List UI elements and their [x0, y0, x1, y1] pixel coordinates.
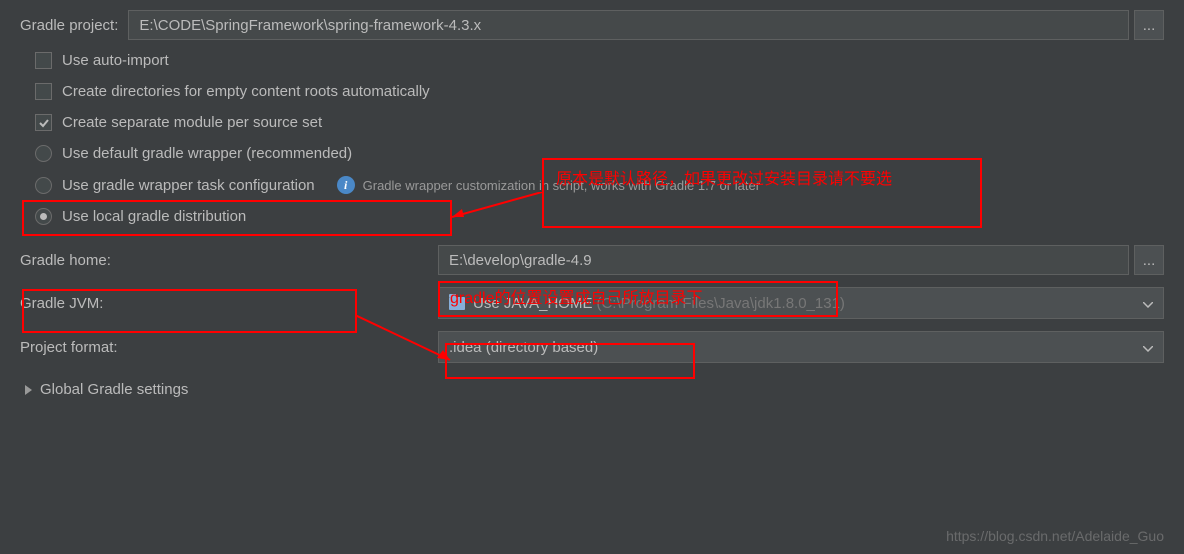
local-dist-row[interactable]: Use local gradle distribution — [35, 208, 1164, 225]
gradle-project-label: Gradle project: — [20, 17, 118, 34]
global-gradle-settings[interactable]: Global Gradle settings — [25, 381, 1164, 398]
default-wrapper-label: Use default gradle wrapper (recommended) — [62, 145, 352, 162]
local-dist-radio[interactable] — [35, 208, 52, 225]
info-icon: i — [337, 176, 355, 194]
local-dist-label: Use local gradle distribution — [62, 208, 246, 225]
gradle-jvm-hint: (C:\Program Files\Java\jdk1.8.0_131) — [596, 295, 844, 312]
gradle-project-input[interactable] — [128, 10, 1129, 40]
project-format-dropdown[interactable]: .idea (directory based) — [438, 331, 1164, 363]
browse-project-button[interactable]: ... — [1134, 10, 1164, 40]
gradle-jvm-label: Gradle JVM: — [20, 295, 438, 312]
wrapper-task-label: Use gradle wrapper task configuration — [62, 177, 315, 194]
separate-module-checkbox[interactable] — [35, 114, 52, 131]
project-format-row: Project format: .idea (directory based) — [20, 331, 1164, 363]
wrapper-task-radio[interactable] — [35, 177, 52, 194]
default-wrapper-row[interactable]: Use default gradle wrapper (recommended) — [35, 145, 1164, 162]
chevron-down-icon — [1143, 339, 1153, 356]
chevron-down-icon — [1143, 295, 1153, 312]
watermark: https://blog.csdn.net/Adelaide_Guo — [946, 528, 1164, 544]
gradle-jvm-value: Use JAVA_HOME — [473, 295, 592, 312]
create-dirs-checkbox[interactable] — [35, 83, 52, 100]
folder-icon — [449, 297, 465, 310]
expand-triangle-icon — [25, 385, 32, 395]
browse-gradle-home-button[interactable]: ... — [1134, 245, 1164, 275]
project-format-value: .idea (directory based) — [449, 339, 598, 356]
auto-import-checkbox[interactable] — [35, 52, 52, 69]
auto-import-label: Use auto-import — [62, 52, 169, 69]
gradle-home-input[interactable] — [438, 245, 1129, 275]
separate-module-row[interactable]: Create separate module per source set — [35, 114, 1164, 131]
gradle-home-label: Gradle home: — [20, 252, 438, 269]
info-text: Gradle wrapper customization in script, … — [363, 178, 760, 193]
wrapper-task-row[interactable]: Use gradle wrapper task configuration i … — [35, 176, 1164, 194]
gradle-jvm-dropdown[interactable]: Use JAVA_HOME (C:\Program Files\Java\jdk… — [438, 287, 1164, 319]
global-gradle-settings-label: Global Gradle settings — [40, 381, 188, 398]
project-format-label: Project format: — [20, 339, 438, 356]
gradle-home-row: Gradle home: ... — [20, 245, 1164, 275]
gradle-project-row: Gradle project: ... — [20, 10, 1164, 40]
gradle-jvm-row: Gradle JVM: Use JAVA_HOME (C:\Program Fi… — [20, 287, 1164, 319]
default-wrapper-radio[interactable] — [35, 145, 52, 162]
auto-import-row[interactable]: Use auto-import — [35, 52, 1164, 69]
create-dirs-label: Create directories for empty content roo… — [62, 83, 430, 100]
separate-module-label: Create separate module per source set — [62, 114, 322, 131]
create-dirs-row[interactable]: Create directories for empty content roo… — [35, 83, 1164, 100]
